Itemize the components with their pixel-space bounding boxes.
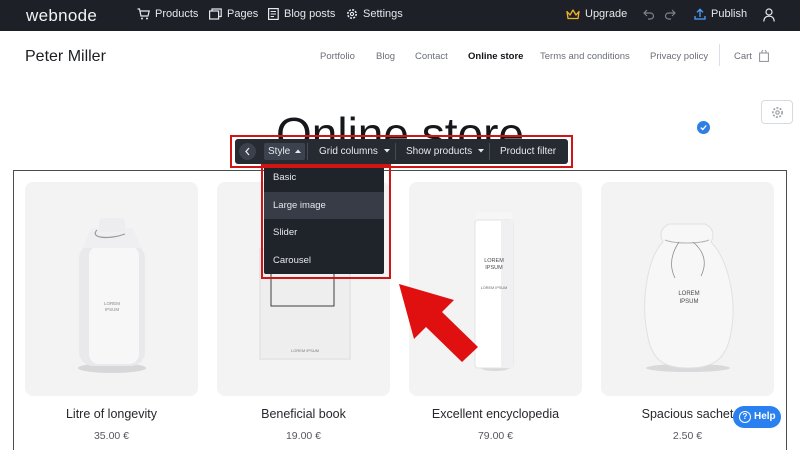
product-card[interactable]: LOREM IPSUM [601, 182, 774, 396]
nav-cart[interactable]: Cart [734, 51, 752, 62]
tube-label-text: LOREM [484, 258, 504, 264]
blog-posts-label: Blog posts [284, 8, 336, 20]
check-icon [700, 125, 707, 131]
nav-contact[interactable]: Contact [415, 51, 448, 62]
product-image-sachet: LOREM IPSUM [644, 223, 734, 372]
webnode-logo[interactable]: webnode [26, 6, 97, 26]
help-button[interactable]: ? Help [733, 406, 781, 428]
product-name[interactable]: Excellent encyclopedia [409, 407, 582, 421]
tube-label-text: IPSUM [485, 265, 503, 271]
upgrade-button[interactable]: Upgrade [566, 8, 627, 20]
settings-menu[interactable]: Settings [346, 8, 403, 20]
site-name[interactable]: Peter Miller [25, 48, 106, 66]
help-icon: ? [739, 411, 751, 423]
sachet-label-text: LOREM [678, 291, 699, 297]
product-price: 19.00 € [285, 430, 322, 442]
shopping-bag-icon[interactable] [759, 50, 769, 62]
tube-label-text: LOREM IPSUM [481, 286, 508, 290]
book-label-text: LOREM IPSUM [291, 348, 319, 353]
user-icon[interactable] [763, 8, 775, 22]
gear-icon [347, 9, 357, 19]
nav-terms-and-conditions[interactable]: Terms and conditions [540, 51, 630, 62]
nav-privacy-policy[interactable]: Privacy policy [650, 51, 708, 62]
cart-icon [137, 8, 150, 20]
blog-posts-menu[interactable]: Blog posts [268, 8, 335, 20]
product-image-bottle: LOREM IPSUM [78, 218, 146, 373]
settings-label: Settings [363, 8, 403, 20]
product-price: 35.00 € [93, 430, 130, 442]
undo-icon[interactable] [643, 9, 655, 20]
nav-blog[interactable]: Blog [376, 51, 395, 62]
product-name[interactable]: Litre of longevity [25, 407, 198, 421]
nav-online-store[interactable]: Online store [468, 51, 523, 62]
product-card[interactable]: LOREM IPSUM LOREM IPSUM [409, 182, 582, 396]
editor-screen: webnode Products Pages Blog posts Settin… [0, 0, 800, 450]
section-settings-button[interactable] [761, 100, 793, 124]
redo-icon[interactable] [664, 9, 676, 20]
product-image-tube: LOREM IPSUM LOREM IPSUM [474, 212, 514, 371]
bottle-label-text: LOREM [104, 301, 120, 306]
product-name[interactable]: Beneficial book [217, 407, 390, 421]
product-card[interactable]: LOREM IPSUM [25, 182, 198, 396]
sachet-label-text: IPSUM [679, 299, 698, 305]
product-price: 79.00 € [477, 430, 514, 442]
selected-check-badge [697, 121, 710, 134]
dropdown-highlight-box [261, 164, 391, 279]
nav-divider [719, 44, 720, 66]
help-label: Help [754, 411, 776, 422]
products-menu[interactable]: Products [137, 8, 198, 20]
upload-icon [694, 8, 706, 20]
publish-label: Publish [711, 8, 748, 20]
product-price: 2.50 € [672, 430, 703, 442]
pages-label: Pages [227, 8, 259, 20]
upgrade-label: Upgrade [585, 8, 628, 20]
gear-icon [772, 107, 783, 118]
blog-posts-icon [268, 8, 279, 20]
pages-menu[interactable]: Pages [209, 8, 258, 20]
pages-icon [209, 8, 222, 20]
bottle-label-text: IPSUM [105, 307, 120, 312]
editor-topbar: webnode Products Pages Blog posts Settin… [0, 0, 800, 31]
nav-portfolio[interactable]: Portfolio [320, 51, 355, 62]
crown-icon [566, 8, 580, 19]
products-label: Products [155, 8, 199, 20]
publish-button[interactable]: Publish [694, 8, 747, 20]
